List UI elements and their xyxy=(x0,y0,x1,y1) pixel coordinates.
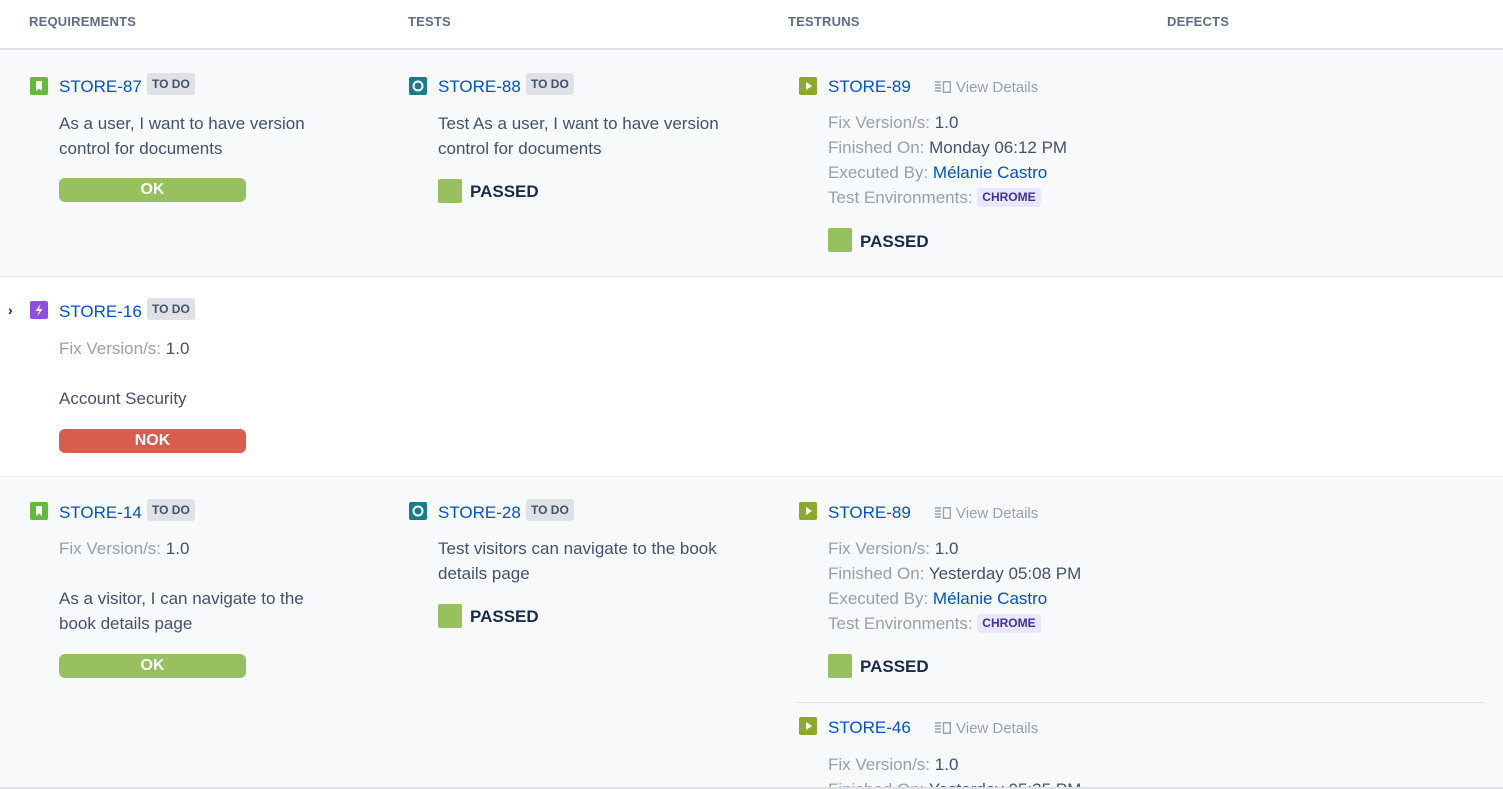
testrun-icon xyxy=(799,502,817,520)
view-details-button[interactable]: View Details xyxy=(935,79,1038,96)
testrun-environments: Test Environments: CHROME xyxy=(828,185,1041,210)
coverage-status-bar: NOK xyxy=(59,429,246,453)
testrun-icon xyxy=(799,717,817,735)
testrun-environments: Test Environments: CHROME xyxy=(828,611,1041,636)
test-summary: Test visitors can navigate to the book d… xyxy=(438,539,717,583)
details-icon xyxy=(935,507,951,519)
testrun-executed-by: Executed By: Mélanie Castro xyxy=(828,589,1048,608)
status-lozenge: TO DO xyxy=(147,499,195,521)
testrun-icon xyxy=(799,77,817,95)
coverage-status-bar: OK xyxy=(59,178,246,202)
epic-icon xyxy=(30,301,48,319)
test-result-label: PASSED xyxy=(470,607,539,626)
test-summary: Test As a user, I want to have version c… xyxy=(438,114,719,158)
test-icon xyxy=(409,502,427,520)
table-row: STORE-87 TO DO As a user, I want to have… xyxy=(0,52,1503,277)
passed-status-square xyxy=(828,228,852,252)
testrun-finished-on: Finished On: Monday 06:12 PM xyxy=(828,138,1068,157)
requirement-summary: Account Security xyxy=(59,389,187,408)
requirement-key-link[interactable]: STORE-14 xyxy=(59,503,142,523)
view-details-button[interactable]: View Details xyxy=(935,720,1038,737)
test-key-link[interactable]: STORE-88 xyxy=(438,77,521,97)
table-row: › STORE-16 TO DO Fix Version/s: 1.0 Acco… xyxy=(0,277,1503,477)
testrun-fix-version: Fix Version/s: 1.0 xyxy=(828,755,959,774)
column-header-defects: DEFECTS xyxy=(1167,14,1230,29)
testrun-result-label: PASSED xyxy=(860,657,929,676)
testrun-fix-version: Fix Version/s: 1.0 xyxy=(828,539,959,558)
testrun-executed-by: Executed By: Mélanie Castro xyxy=(828,163,1048,182)
test-key-link[interactable]: STORE-28 xyxy=(438,503,521,523)
coverage-status-bar: OK xyxy=(59,654,246,678)
passed-status-square xyxy=(828,654,852,678)
testrun-key-link[interactable]: STORE-89 xyxy=(828,503,911,523)
requirement-key-link[interactable]: STORE-16 xyxy=(59,302,142,322)
user-link[interactable]: Mélanie Castro xyxy=(933,589,1047,608)
testrun-key-link[interactable]: STORE-46 xyxy=(828,718,911,738)
column-header-tests: TESTS xyxy=(408,14,451,29)
story-icon xyxy=(30,77,48,95)
details-icon xyxy=(935,722,951,734)
testrun-finished-on: Finished On: Yesterday 05:08 PM xyxy=(828,564,1082,583)
passed-status-square xyxy=(438,604,462,628)
test-icon xyxy=(409,77,427,95)
requirement-summary: As a visitor, I can navigate to the book… xyxy=(59,589,304,633)
passed-status-square xyxy=(438,179,462,203)
requirement-fix-version: Fix Version/s: 1.0 xyxy=(59,539,190,558)
expand-chevron-icon[interactable]: › xyxy=(8,302,13,318)
story-icon xyxy=(30,502,48,520)
testrun-key-link[interactable]: STORE-89 xyxy=(828,77,911,97)
column-header-testruns: TESTRUNS xyxy=(788,14,860,29)
table-row: STORE-14 TO DO Fix Version/s: 1.0 As a v… xyxy=(0,477,1503,789)
testrun-result-label: PASSED xyxy=(860,232,929,251)
details-icon xyxy=(935,81,951,93)
environment-tag: CHROME xyxy=(977,188,1041,207)
view-details-button[interactable]: View Details xyxy=(935,505,1038,522)
status-lozenge: TO DO xyxy=(526,499,574,521)
user-link[interactable]: Mélanie Castro xyxy=(933,163,1047,182)
column-header-requirements: REQUIREMENTS xyxy=(29,14,137,29)
requirement-key-link[interactable]: STORE-87 xyxy=(59,77,142,97)
requirement-fix-version: Fix Version/s: 1.0 xyxy=(59,339,190,358)
environment-tag: CHROME xyxy=(977,614,1041,633)
requirement-summary: As a user, I want to have version contro… xyxy=(59,114,305,158)
table-header: REQUIREMENTS TESTS TESTRUNS DEFECTS xyxy=(0,0,1503,50)
status-lozenge: TO DO xyxy=(147,73,195,95)
test-result-label: PASSED xyxy=(470,182,539,201)
status-lozenge: TO DO xyxy=(526,73,574,95)
testrun-fix-version: Fix Version/s: 1.0 xyxy=(828,113,959,132)
status-lozenge: TO DO xyxy=(147,298,195,320)
testrun-divider xyxy=(797,702,1484,703)
